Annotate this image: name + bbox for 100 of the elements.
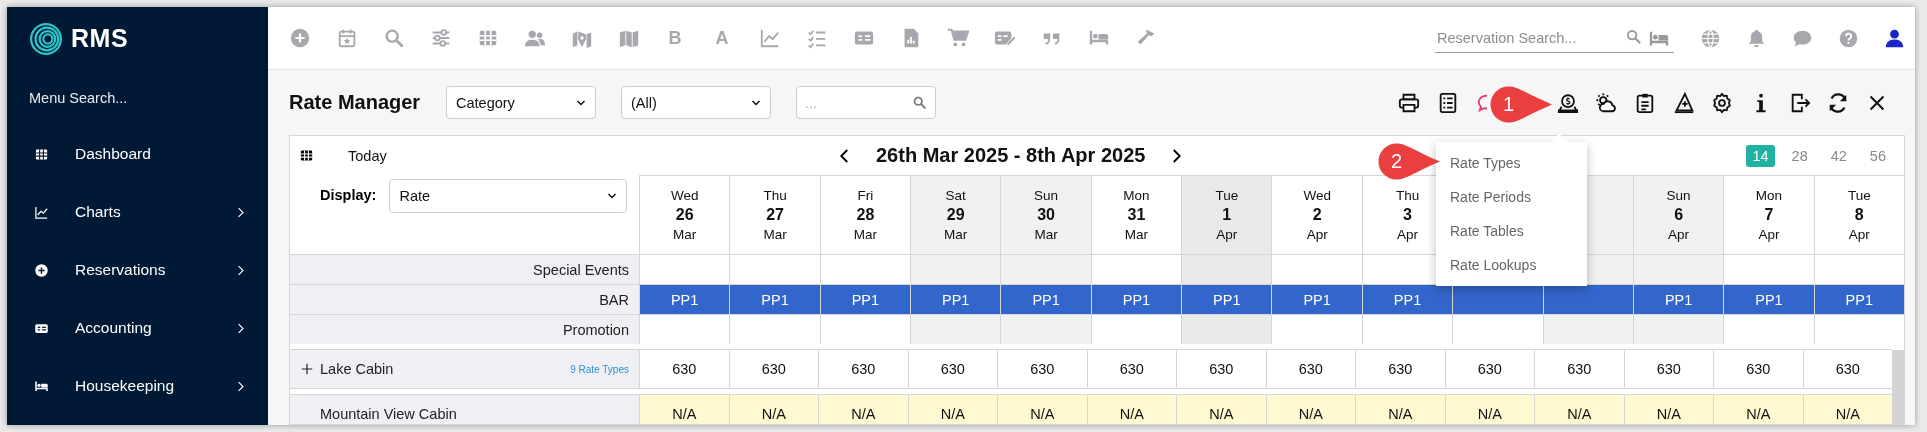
row-header: Special Events [290, 254, 639, 284]
menu-item[interactable]: Rate Periods [1436, 180, 1587, 214]
rate-cell[interactable]: 630 [818, 349, 908, 388]
month-label: Apr [1397, 227, 1419, 242]
rate-plan-cell[interactable]: PP1 [729, 284, 820, 314]
page-title: Rate Manager [289, 91, 422, 114]
row-header: Promotion [290, 314, 639, 344]
weekday-label: Sat [945, 188, 966, 203]
date-number: 26 [675, 206, 694, 224]
sidebar-item[interactable]: Accounting [7, 299, 268, 357]
weekday-label: Mon [1755, 188, 1783, 203]
display-dropdown[interactable]: Rate [389, 179, 628, 213]
rate-cell[interactable]: N/A [728, 394, 818, 424]
room-name: Lake Cabin [320, 361, 394, 377]
sidebar-item[interactable]: Charts [7, 183, 268, 241]
filter-dropdown[interactable]: (All) [621, 86, 771, 119]
weekday-label: Tue [1847, 188, 1871, 203]
date-number: 29 [946, 206, 965, 224]
month-label: Apr [1668, 227, 1690, 242]
callout-badge: 2 [1378, 143, 1440, 180]
day-span-tab[interactable]: 56 [1863, 144, 1892, 167]
callout-badge: 1 [1490, 86, 1552, 123]
rate-cell[interactable]: N/A [1444, 394, 1534, 424]
weekday-label: Thu [763, 188, 787, 203]
rate-cell[interactable]: N/A [1534, 394, 1624, 424]
rate-plan-cell[interactable]: PP1 [1361, 284, 1453, 314]
room-name: Mountain View Cabin [320, 406, 457, 422]
sidebar-item[interactable]: Housekeeping [7, 357, 268, 415]
sidebar-item[interactable]: Reservations [7, 241, 268, 299]
rate-plan-cell[interactable]: PP1 [1181, 284, 1272, 314]
date-number: 27 [766, 206, 784, 224]
month-label: Mar [763, 227, 787, 242]
rate-cell[interactable]: 630 [997, 349, 1087, 388]
date-number: 31 [1127, 206, 1146, 224]
date-number: 3 [1403, 206, 1412, 224]
weekday-label: Fri [857, 188, 874, 203]
rate-cell[interactable]: 630 [728, 349, 818, 388]
rate-cell[interactable]: N/A [1265, 394, 1355, 424]
rate-cell[interactable]: 630 [1176, 349, 1266, 388]
month-label: Mar [944, 227, 968, 242]
filter-dropdown[interactable]: Category [446, 86, 596, 119]
rate-plan-cell[interactable]: PP1 [1813, 284, 1904, 314]
day-span-tab[interactable]: 42 [1824, 144, 1853, 167]
rate-plan-cell[interactable]: PP1 [1090, 284, 1182, 314]
rate-cell[interactable]: N/A [907, 394, 997, 424]
rate-plan-cell[interactable]: PP1 [819, 284, 911, 314]
menu-search-field[interactable]: Menu Search... [7, 70, 268, 125]
day-span-tab[interactable]: 28 [1785, 144, 1814, 167]
rate-cell[interactable]: 630 [1265, 349, 1355, 388]
rate-cell[interactable]: N/A [1623, 394, 1713, 424]
rate-cell[interactable]: N/A [1355, 394, 1445, 424]
date-range: 26th Mar 2025 - 8th Apr 2025 [876, 144, 1146, 167]
month-label: Apr [1306, 227, 1328, 242]
rate-cell[interactable]: N/A [818, 394, 908, 424]
weekday-label: Sun [1666, 188, 1691, 203]
rate-plan-cell[interactable]: PP1 [1000, 284, 1091, 314]
rate-cell[interactable]: 630 [1623, 349, 1713, 388]
rate-cell[interactable]: 630 [1355, 349, 1445, 388]
rate-plan-cell[interactable]: PP1 [1632, 284, 1724, 314]
rate-cell[interactable]: 630 [1534, 349, 1624, 388]
month-label: Apr [1216, 227, 1238, 242]
rate-cell[interactable]: N/A [639, 394, 729, 424]
rate-cell[interactable]: 630 [907, 349, 997, 388]
sidebar-item[interactable]: Dashboard [7, 125, 268, 183]
date-number: 2 [1312, 206, 1322, 224]
search-field[interactable]: ... [796, 86, 936, 119]
weekday-label: Tue [1215, 188, 1239, 203]
rate-cell[interactable]: 630 [1086, 349, 1176, 388]
month-label: Mar [673, 227, 697, 242]
month-label: Apr [1758, 227, 1780, 242]
rate-cell[interactable]: 630 [639, 349, 729, 388]
weekday-label: Thu [1395, 188, 1420, 203]
month-label: Apr [1848, 227, 1870, 242]
rate-cell[interactable]: 630 [1444, 349, 1534, 388]
rate-cell[interactable]: N/A [1713, 394, 1803, 424]
month-label: Mar [853, 227, 877, 242]
date-number: 8 [1854, 206, 1864, 224]
rate-cell[interactable]: N/A [997, 394, 1087, 424]
weekday-label: Wed [670, 188, 699, 203]
weekday-label: Mon [1123, 188, 1150, 203]
rate-plan-cell[interactable]: PP1 [910, 284, 1001, 314]
rate-cell[interactable]: N/A [1176, 394, 1266, 424]
today-button[interactable]: Today [348, 147, 387, 164]
menu-item[interactable]: Rate Lookups [1436, 248, 1587, 282]
date-number: 28 [856, 206, 875, 224]
rate-cell[interactable]: N/A [1086, 394, 1176, 424]
date-number: 30 [1037, 206, 1055, 224]
rate-plan-cell[interactable]: PP1 [1271, 284, 1362, 314]
display-label: Display: [320, 187, 377, 203]
date-number: 7 [1764, 206, 1774, 224]
rate-plan-cell[interactable]: PP1 [1723, 284, 1814, 314]
rate-cell[interactable]: 630 [1713, 349, 1803, 388]
month-label: Mar [1124, 227, 1149, 242]
reservation-search-field[interactable]: Reservation Search... [1435, 22, 1674, 53]
weekday-label: Sun [1034, 188, 1059, 203]
month-label: Mar [1034, 227, 1058, 242]
date-number: 6 [1674, 206, 1684, 224]
menu-item[interactable]: Rate Tables [1436, 214, 1587, 248]
rate-plan-cell[interactable]: PP1 [639, 284, 730, 314]
rate-cell[interactable]: N/A [1802, 394, 1892, 424]
